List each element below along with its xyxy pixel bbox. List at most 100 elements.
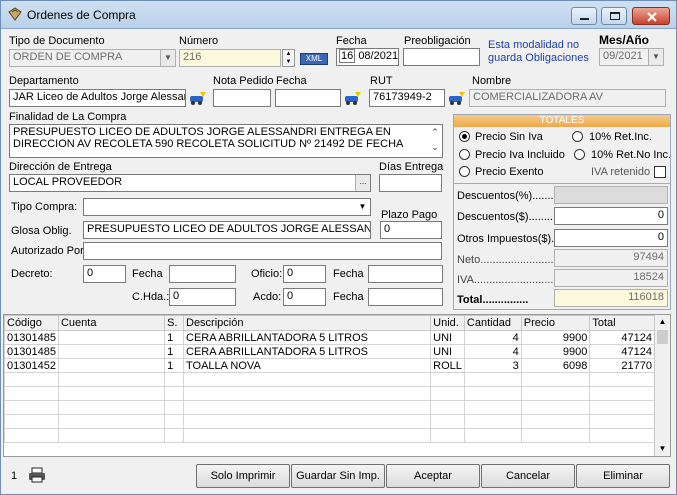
column-header[interactable]: Precio — [520, 315, 591, 331]
nota-pedido-input[interactable] — [213, 89, 271, 107]
table-cell[interactable] — [4, 372, 59, 387]
table-cell[interactable] — [520, 428, 591, 443]
table-cell[interactable] — [430, 400, 465, 415]
table-cell[interactable]: 47124 — [589, 344, 655, 359]
cancelar-button[interactable]: Cancelar — [481, 464, 575, 488]
departamento-input[interactable]: JAR Liceo de Adultos Jorge Alessan — [9, 89, 186, 107]
radio-precio-sin-iva[interactable] — [459, 131, 470, 142]
finalidad-textarea[interactable]: PRESUPUESTO LICEO DE ADULTOS JORGE ALESS… — [9, 124, 443, 158]
eliminar-button[interactable]: Eliminar — [576, 464, 670, 488]
table-cell[interactable]: 6098 — [520, 358, 591, 373]
table-cell[interactable]: UNI — [430, 330, 465, 345]
desc-pct-input[interactable] — [554, 186, 668, 204]
ellipsis-button[interactable]: ... — [355, 175, 370, 191]
table-cell[interactable]: 01301485 — [4, 330, 59, 345]
table-cell[interactable] — [164, 428, 184, 443]
minimize-button[interactable] — [571, 7, 597, 25]
table-cell[interactable] — [4, 386, 59, 401]
table-cell[interactable] — [182, 428, 432, 443]
autorizado-input[interactable] — [83, 242, 442, 260]
column-header[interactable]: Cuenta — [57, 315, 166, 331]
table-cell[interactable] — [182, 400, 432, 415]
empty-row[interactable] — [4, 414, 655, 429]
grid-scrollbar[interactable]: ▲ ▼ — [654, 315, 670, 456]
desc-amt-input[interactable]: 0 — [554, 207, 668, 225]
search-car-icon[interactable] — [447, 89, 467, 107]
table-cell[interactable]: TOALLA NOVA — [182, 358, 432, 373]
table-cell[interactable] — [164, 372, 184, 387]
chda-input[interactable]: 0 — [169, 288, 236, 306]
table-cell[interactable] — [164, 414, 184, 429]
table-cell[interactable]: 1 — [164, 344, 184, 359]
column-header[interactable]: Descripción — [182, 315, 432, 331]
solo-imprimir-button[interactable]: Solo Imprimir — [196, 464, 290, 488]
table-cell[interactable] — [4, 414, 59, 429]
table-cell[interactable] — [463, 428, 522, 443]
otros-impuestos-input[interactable]: 0 — [554, 229, 668, 247]
guardar-sin-imp-button[interactable]: Guardar Sin Imp. — [291, 464, 385, 488]
table-cell[interactable]: 4 — [463, 330, 522, 345]
table-cell[interactable] — [57, 358, 166, 373]
tipo-doc-select[interactable]: ORDEN DE COMPRA ▼ — [9, 49, 176, 67]
search-car-icon[interactable] — [343, 89, 363, 107]
printer-icon[interactable] — [28, 467, 46, 483]
nombre-input[interactable]: COMERCIALIZADORA AV — [469, 89, 666, 107]
table-cell[interactable] — [164, 386, 184, 401]
maximize-button[interactable] — [601, 7, 627, 25]
table-cell[interactable]: ROLL — [430, 358, 465, 373]
table-cell[interactable]: 3 — [463, 358, 522, 373]
table-cell[interactable] — [57, 428, 166, 443]
table-cell[interactable]: 01301485 — [4, 344, 59, 359]
table-cell[interactable]: 01301452 — [4, 358, 59, 373]
table-cell[interactable] — [520, 414, 591, 429]
table-cell[interactable] — [463, 372, 522, 387]
table-row[interactable]: 01301485 1 CERA ABRILLANTADORA 5 LITROS UNI… — [4, 330, 655, 345]
table-cell[interactable] — [430, 428, 465, 443]
radio-ret-no-inc[interactable] — [574, 149, 585, 160]
table-cell[interactable]: 9900 — [520, 330, 591, 345]
table-cell[interactable] — [57, 400, 166, 415]
column-header[interactable]: Total — [589, 315, 655, 331]
finalidad-scroll[interactable]: ⌃ ⌄ — [429, 125, 441, 157]
table-cell[interactable] — [182, 372, 432, 387]
table-cell[interactable] — [463, 386, 522, 401]
table-cell[interactable] — [4, 428, 59, 443]
table-cell[interactable] — [57, 344, 166, 359]
table-cell[interactable]: CERA ABRILLANTADORA 5 LITROS — [182, 330, 432, 345]
fecha4-input[interactable] — [368, 265, 443, 283]
xml-button[interactable]: XML — [300, 53, 328, 65]
table-cell[interactable]: CERA ABRILLANTADORA 5 LITROS — [182, 344, 432, 359]
preobligacion-input[interactable] — [403, 48, 480, 66]
table-cell[interactable] — [463, 414, 522, 429]
numero-spinner[interactable]: ▲ ▼ — [282, 49, 295, 67]
dias-entrega-input[interactable] — [379, 174, 442, 192]
scroll-down-icon[interactable]: ▼ — [655, 442, 670, 456]
oficio-input[interactable]: 0 — [283, 265, 326, 283]
radio-ret-inc[interactable] — [572, 131, 583, 142]
fecha3-input[interactable] — [169, 265, 236, 283]
fecha5-input[interactable] — [368, 288, 443, 306]
fecha2-input[interactable] — [275, 89, 341, 107]
table-cell[interactable] — [430, 386, 465, 401]
table-cell[interactable] — [182, 386, 432, 401]
table-row[interactable]: 01301452 1 TOALLA NOVA ROLL 3 6098 21770 — [4, 358, 655, 373]
table-cell[interactable]: 47124 — [589, 330, 655, 345]
radio-precio-exento[interactable] — [459, 166, 470, 177]
radio-precio-iva-incluido[interactable] — [459, 149, 470, 160]
glosa-input[interactable]: PRESUPUESTO LICEO DE ADULTOS JORGE ALESS… — [83, 221, 371, 239]
table-cell[interactable] — [430, 372, 465, 387]
table-cell[interactable] — [520, 400, 591, 415]
table-cell[interactable]: 21770 — [589, 358, 655, 373]
table-cell[interactable] — [520, 372, 591, 387]
table-cell[interactable] — [182, 414, 432, 429]
table-cell[interactable]: 9900 — [520, 344, 591, 359]
table-cell[interactable] — [589, 372, 655, 387]
search-car-icon[interactable] — [188, 89, 208, 107]
fecha-input[interactable]: 16 08/2021 — [336, 48, 399, 66]
table-cell[interactable] — [57, 386, 166, 401]
table-cell[interactable] — [589, 386, 655, 401]
numero-input[interactable]: 216 — [179, 49, 281, 67]
empty-row[interactable] — [4, 372, 655, 387]
empty-row[interactable] — [4, 400, 655, 415]
table-cell[interactable] — [463, 400, 522, 415]
